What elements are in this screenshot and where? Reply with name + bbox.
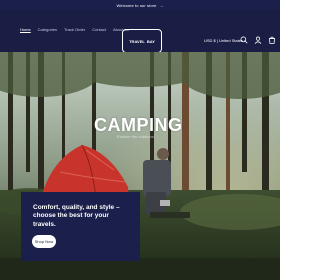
hero-subtitle: Explore the outdoors [117, 134, 154, 139]
header-icons [240, 36, 276, 44]
site-header: Home Categories Track Order Contact Abou… [0, 10, 280, 53]
arrow-right-icon: → [159, 2, 164, 8]
store-logo[interactable]: TRAVEL BAY [122, 29, 162, 53]
user-icon[interactable] [254, 36, 262, 44]
logo-text-part1: TRAVEL [129, 38, 145, 44]
page: Welcome to our store → Home Categories T… [0, 0, 280, 280]
promo-text: Comfort, quality, and style – choose the… [33, 204, 120, 228]
announcement-bar[interactable]: Welcome to our store → [0, 0, 280, 10]
nav-contact[interactable]: Contact [92, 27, 106, 32]
nav-categories[interactable]: Categories [38, 27, 57, 32]
hero-banner: CAMPING Explore the outdoors Comfort, qu… [0, 52, 280, 280]
currency-label: USD $ | United States [204, 38, 244, 43]
nav-track-order[interactable]: Track Order [64, 27, 85, 32]
main-nav: Home Categories Track Order Contact Abou… [20, 27, 129, 32]
hero-title: CAMPING [94, 115, 183, 135]
nav-home[interactable]: Home [20, 27, 31, 32]
hero-promo-card: Comfort, quality, and style – choose the… [21, 192, 140, 261]
cart-icon[interactable] [268, 36, 276, 44]
search-icon[interactable] [240, 36, 248, 44]
shop-now-button[interactable]: Shop Now [32, 235, 56, 248]
announcement-text: Welcome to our store [116, 2, 157, 8]
logo-text-part2: BAY [146, 38, 155, 44]
